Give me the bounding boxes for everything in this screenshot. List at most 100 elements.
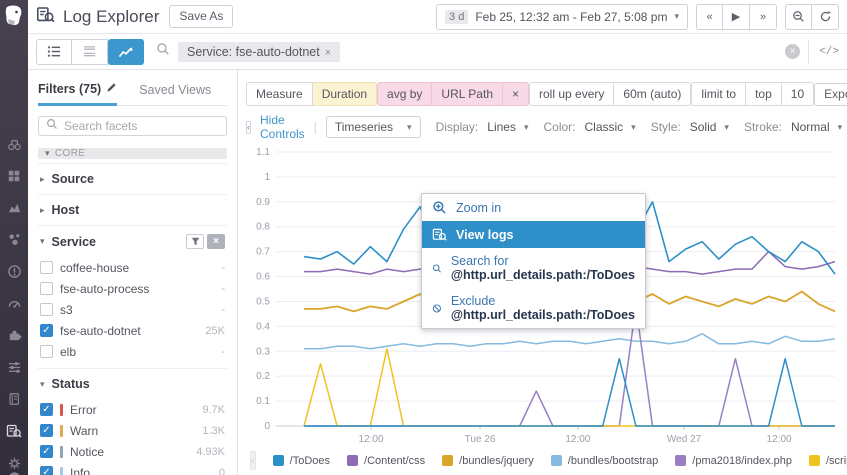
hide-controls-link[interactable]: Hide Controls (260, 113, 305, 141)
caret-down-icon: ▾ (407, 122, 412, 133)
export-button[interactable]: Export (814, 83, 847, 106)
facet-checkbox[interactable]: ✓ (40, 324, 53, 337)
display-select[interactable]: Lines▾ (487, 120, 528, 134)
log-explorer-window: ? Log Explorer Save As 3 d Feb 25, 12:32… (0, 0, 847, 475)
svg-text:12:00: 12:00 (767, 434, 792, 445)
time-play-button[interactable]: ▶ (723, 4, 750, 30)
status-color-bar (60, 446, 63, 458)
service-filter-tag[interactable]: Service: fse-auto-dotnet× (178, 42, 340, 62)
facet-checkbox[interactable] (40, 282, 53, 295)
facet-row-status: ✓Warn1.3K (40, 420, 225, 441)
facet-count: - (221, 283, 225, 295)
time-range-picker[interactable]: 3 d Feb 25, 12:32 am - Feb 27, 5:08 pm ▾ (436, 4, 688, 30)
facet-group-host[interactable]: ▸ Host (38, 194, 227, 225)
svg-text:0.6: 0.6 (256, 272, 270, 283)
code-mode-toggle[interactable]: </> (808, 40, 839, 64)
query-chip[interactable]: × (503, 82, 529, 106)
notebooks-icon[interactable] (7, 392, 21, 406)
facet-group-service[interactable]: ▾ Service × (38, 225, 227, 257)
list-view-button[interactable] (36, 39, 72, 65)
time-forward-button[interactable]: » (750, 4, 777, 30)
menu-item-zoom-in[interactable]: Zoom in (422, 194, 645, 221)
chevron-down-icon: ▾ (45, 148, 50, 159)
chip-group: limit totop10 (691, 82, 814, 106)
color-select[interactable]: Classic▾ (585, 120, 636, 134)
legend-item[interactable]: /ToDoes (273, 455, 330, 467)
query-chip[interactable]: top (746, 82, 782, 106)
facet-row-service: fse-auto-process - (40, 278, 225, 299)
facet-group-source[interactable]: ▸ Source (38, 163, 227, 194)
svg-text:Tue 26: Tue 26 (465, 434, 496, 445)
stroke-select[interactable]: Normal▾ (791, 120, 842, 134)
query-chip[interactable]: roll up every (529, 82, 614, 106)
facet-checkbox[interactable]: ✓ (40, 466, 53, 475)
caret-down-icon: ▾ (724, 122, 729, 133)
logs-icon-active[interactable] (6, 423, 22, 439)
facet-search-input[interactable] (64, 119, 219, 133)
legend-item[interactable]: /Content/css (347, 455, 425, 467)
help-icon[interactable]: ? (7, 471, 22, 475)
menu-item-search-for[interactable]: Search for @http.url_details.path:/ToDoe… (422, 248, 645, 288)
datadog-logo-icon[interactable] (4, 5, 24, 27)
chip-group: MeasureDuration (246, 82, 377, 106)
watchdog-icon[interactable] (7, 137, 22, 152)
facet-group-status[interactable]: ▾ Status (38, 368, 227, 399)
settings-gear-icon[interactable] (7, 456, 22, 471)
section-core[interactable]: ▾ CORE (38, 148, 227, 159)
collapse-controls-icon[interactable]: ‹ (246, 121, 251, 134)
tab-saved-views[interactable]: Saved Views (139, 82, 211, 105)
time-back-button[interactable]: « (696, 4, 723, 30)
query-chip[interactable]: limit to (691, 82, 746, 106)
facet-checkbox[interactable]: ✓ (40, 403, 53, 416)
save-as-button[interactable]: Save As (169, 5, 233, 28)
facet-label: fse-auto-process (60, 282, 149, 296)
integrations-icon[interactable] (7, 328, 22, 343)
zoom-out-button[interactable] (785, 4, 812, 30)
facet-clear-button[interactable]: × (207, 234, 225, 249)
grouped-view-button[interactable] (72, 39, 108, 65)
facet-checkbox[interactable] (40, 345, 53, 358)
style-label: Style: (651, 120, 681, 134)
legend-item[interactable]: /bundles/bootstrap (551, 455, 659, 467)
timeseries-chart[interactable]: 00.10.20.30.40.50.60.70.80.911.112:00Tue… (246, 142, 839, 448)
legend-item[interactable]: /pma2018/index.php (675, 455, 792, 467)
infrastructure-icon[interactable] (7, 200, 22, 215)
edit-pencil-icon[interactable] (106, 82, 117, 96)
facet-checkbox[interactable]: ✓ (40, 424, 53, 437)
clear-search-icon[interactable]: × (785, 44, 800, 59)
divider: | (314, 120, 317, 134)
style-select[interactable]: Solid▾ (690, 120, 729, 134)
menu-item-exclude[interactable]: Exclude @http.url_details.path:/ToDoes (422, 288, 645, 328)
legend-prev-button[interactable]: ‹ (250, 451, 256, 470)
legend-item[interactable]: /bundles/jquery (442, 455, 534, 467)
svg-text:0.1: 0.1 (256, 396, 270, 407)
query-chip[interactable]: 10 (782, 82, 814, 106)
facet-filter-button[interactable] (186, 234, 204, 249)
query-chip[interactable]: 60m (auto) (614, 82, 691, 106)
tab-filters[interactable]: Filters (75) (38, 82, 117, 106)
apm-icon[interactable] (7, 232, 22, 247)
monitors-icon[interactable] (7, 264, 22, 279)
refresh-button[interactable] (812, 4, 839, 30)
query-chip[interactable]: Measure (246, 82, 313, 106)
query-chip[interactable]: Duration (313, 82, 377, 106)
menu-item-view-logs[interactable]: View logs (422, 221, 645, 248)
query-search-input[interactable]: Service: fse-auto-dotnet× × (156, 38, 800, 66)
query-chip[interactable]: URL Path (432, 82, 503, 106)
facet-checkbox[interactable] (40, 261, 53, 274)
facet-checkbox[interactable] (40, 303, 53, 316)
graph-type-select[interactable]: Timeseries▾ (326, 116, 421, 138)
synthetics-gauge-icon[interactable] (7, 296, 22, 311)
svg-text:0.9: 0.9 (256, 197, 270, 208)
facet-search-box[interactable] (38, 116, 227, 136)
facet-row-status: ✓Notice4.93K (40, 441, 225, 462)
tag-remove-icon[interactable]: × (325, 47, 331, 59)
query-chip[interactable]: avg by (377, 82, 432, 106)
metrics-icon[interactable] (7, 360, 22, 375)
facet-checkbox[interactable]: ✓ (40, 445, 53, 458)
legend-item[interactable]: /scripts/samples/sea (809, 455, 847, 467)
caret-down-icon: ▾ (631, 122, 636, 133)
dashboards-icon[interactable] (7, 169, 21, 183)
facet-label: Notice (70, 445, 104, 459)
timeseries-view-button[interactable] (108, 39, 144, 65)
